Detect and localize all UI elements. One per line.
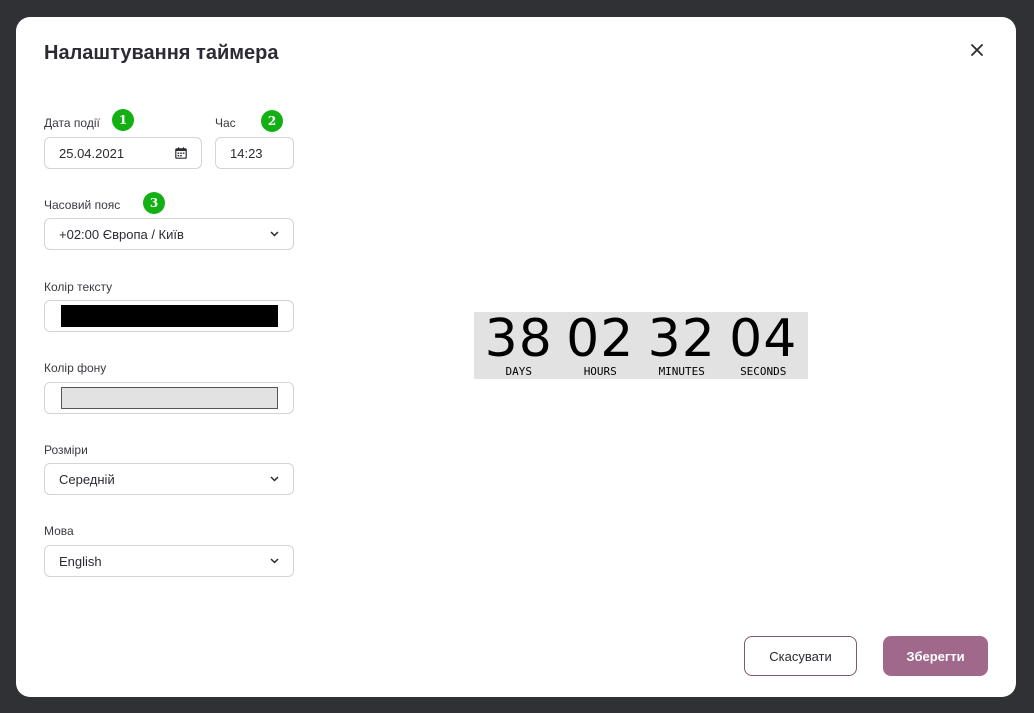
countdown-unit-minutes: 32 MINUTES <box>642 312 722 378</box>
date-label: Дата події <box>44 116 100 130</box>
save-button[interactable]: Зберегти <box>883 636 988 676</box>
language-value: English <box>59 553 102 569</box>
step-badge-3: 3 <box>143 192 165 214</box>
chevron-down-icon <box>270 558 279 564</box>
time-input[interactable]: 14:23 <box>215 137 294 169</box>
countdown-days-label: DAYS <box>505 365 533 378</box>
countdown-unit-hours: 02 HOURS <box>560 312 640 378</box>
bg-color-label: Колір фону <box>44 361 107 375</box>
countdown-hours-label: HOURS <box>583 365 617 378</box>
bg-color-swatch[interactable] <box>61 387 278 409</box>
countdown-minutes-value: 32 <box>647 309 716 369</box>
cancel-button[interactable]: Скасувати <box>744 636 857 676</box>
countdown-seconds-value: 04 <box>729 309 798 369</box>
date-value: 25.04.2021 <box>59 145 125 161</box>
timezone-label: Часовий пояс <box>44 198 121 212</box>
date-input[interactable]: 25.04.2021 <box>44 137 202 169</box>
close-button[interactable] <box>966 39 988 61</box>
countdown-unit-seconds: 04 SECONDS <box>723 312 803 378</box>
timezone-value: +02:00 Європа / Київ <box>59 226 184 242</box>
text-color-swatch[interactable] <box>61 305 278 327</box>
timer-settings-dialog: Налаштування таймера Дата події 1 25.04.… <box>16 17 1016 697</box>
chevron-down-icon <box>270 476 279 482</box>
chevron-down-icon <box>270 231 279 237</box>
bg-color-picker[interactable] <box>44 382 294 414</box>
countdown-hours-value: 02 <box>566 309 635 369</box>
language-label: Мова <box>44 524 74 538</box>
step-badge-1: 1 <box>112 109 134 131</box>
size-select[interactable]: Середній <box>44 463 294 495</box>
countdown-days-value: 38 <box>484 309 553 369</box>
countdown-unit-days: 38 DAYS <box>479 312 559 378</box>
dialog-title: Налаштування таймера <box>44 42 279 64</box>
time-label: Час <box>215 116 236 130</box>
close-icon <box>971 44 983 56</box>
timezone-select[interactable]: +02:00 Європа / Київ <box>44 218 294 250</box>
text-color-picker[interactable] <box>44 300 294 332</box>
countdown-minutes-label: MINUTES <box>658 365 705 378</box>
size-value: Середній <box>59 471 115 487</box>
countdown-preview: 38 DAYS 02 HOURS 32 MINUTES 04 SECONDS <box>474 312 808 379</box>
language-select[interactable]: English <box>44 545 294 577</box>
countdown-seconds-label: SECONDS <box>740 365 787 378</box>
size-label: Розміри <box>44 443 88 457</box>
time-value: 14:23 <box>230 145 263 161</box>
text-color-label: Колір тексту <box>44 280 113 294</box>
step-badge-2: 2 <box>261 110 283 132</box>
calendar-icon[interactable] <box>175 147 187 159</box>
